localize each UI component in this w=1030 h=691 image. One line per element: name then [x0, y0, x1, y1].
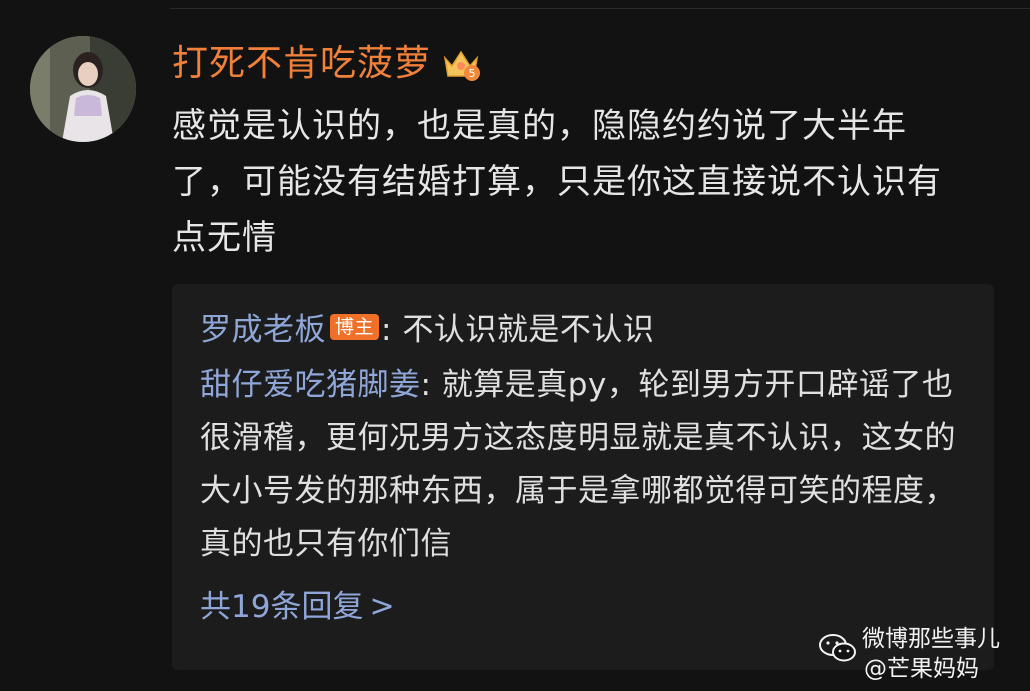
chevron-right-icon: > [369, 589, 395, 624]
comment-item: 打死不肯吃菠萝 5 感觉是认识的，也是真的，隐隐约约说了大半年了，可能没有结婚打… [172, 36, 1002, 266]
reply-username[interactable]: 罗成老板 [200, 312, 326, 348]
reply-username[interactable]: 甜仔爱吃猪脚姜 [200, 367, 421, 403]
watermark: 微博那些事儿 @芒果妈妈 [818, 625, 1018, 685]
avatar[interactable] [30, 36, 136, 142]
reply-separator: : [381, 312, 392, 348]
divider [170, 8, 1030, 9]
svg-text:5: 5 [469, 67, 476, 80]
watermark-source: 微博那些事儿 [862, 626, 1000, 652]
comment-screen: 打死不肯吃菠萝 5 感觉是认识的，也是真的，隐隐约约说了大半年了，可能没有结婚打… [0, 0, 1030, 691]
comment-header: 打死不肯吃菠萝 5 [172, 36, 1002, 92]
reply-list: 罗成老板 博主: 不认识就是不认识 甜仔爱吃猪脚姜: 就算是真py，轮到男方开口辟… [200, 304, 970, 635]
reply-item[interactable]: 甜仔爱吃猪脚姜: 就算是真py，轮到男方开口辟谣了也很滑稽，更何况男方这态度明显… [200, 359, 970, 571]
wechat-logo-icon [819, 634, 856, 662]
watermark-author: @芒果妈妈 [864, 656, 979, 682]
more-replies-link[interactable]: 共19条回复 > [200, 579, 395, 635]
comment-text: 感觉是认识的，也是真的，隐隐约约说了大半年了，可能没有结婚打算，只是你这直接说不… [172, 106, 942, 258]
avatar-photo-icon [30, 36, 136, 142]
reply-item[interactable]: 罗成老板 博主: 不认识就是不认识 [200, 304, 970, 357]
author-tag-badge: 博主 [330, 314, 380, 340]
more-replies-label: 共19条回复 [200, 589, 364, 625]
reply-separator: : [420, 367, 432, 403]
comment-username[interactable]: 打死不肯吃菠萝 [172, 36, 431, 92]
reply-preview-box[interactable]: 罗成老板 博主: 不认识就是不认识 甜仔爱吃猪脚姜: 就算是真py，轮到男方开口辟… [172, 284, 994, 670]
reply-text: 不认识就是不认识 [391, 312, 655, 348]
crown-level-badge-icon: 5 [441, 44, 481, 84]
